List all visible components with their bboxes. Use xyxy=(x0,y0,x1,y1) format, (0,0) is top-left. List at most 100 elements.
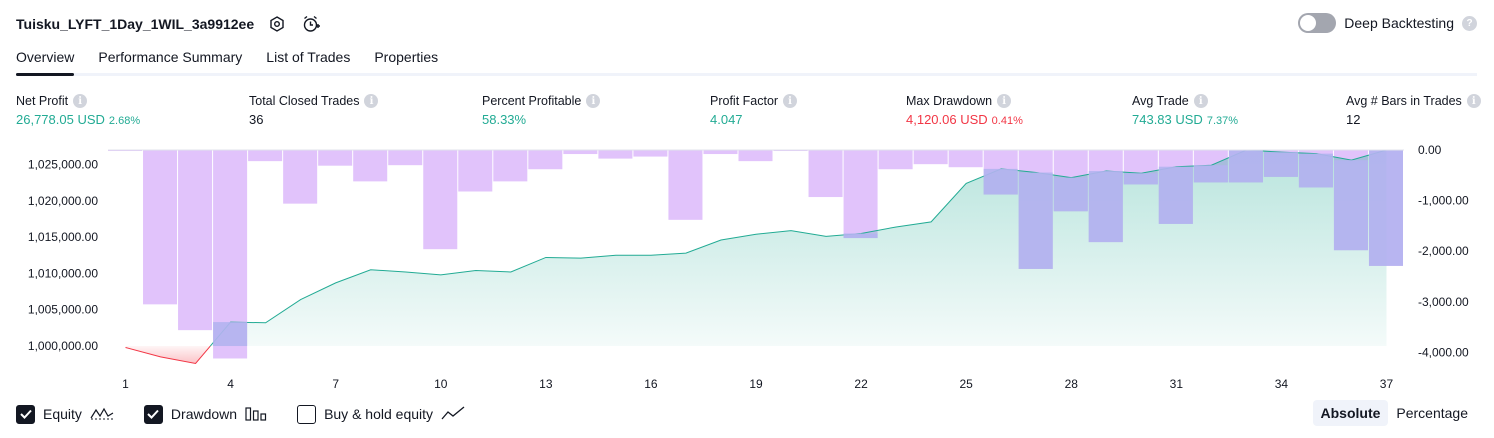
drawdown-bar-overlap xyxy=(1158,166,1193,224)
metric-label: Percent Profitable xyxy=(482,94,582,108)
x-axis-tick: 34 xyxy=(1275,377,1289,391)
drawdown-bar-overlap xyxy=(1263,152,1298,177)
x-axis-tick: 25 xyxy=(959,377,973,391)
legend-buy-hold-equity[interactable]: Buy & hold equity xyxy=(297,404,465,424)
info-icon[interactable]: i xyxy=(73,94,88,108)
tab-overview[interactable]: Overview xyxy=(16,46,75,76)
drawdown-bar-overlap xyxy=(1333,160,1368,251)
metric-value: 58.33% xyxy=(482,112,527,127)
x-axis-tick: 28 xyxy=(1065,377,1079,391)
percentage-button[interactable]: Percentage xyxy=(1388,400,1476,426)
equity-checkbox[interactable] xyxy=(16,404,35,424)
info-icon[interactable]: i xyxy=(997,94,1012,108)
x-axis-tick: 31 xyxy=(1170,377,1184,391)
drawdown-bar-overlap xyxy=(1123,173,1158,185)
drawdown-bar-overlap xyxy=(1018,172,1053,269)
metrics-row: Net Profit i 26,778.05 USD 2.68% Total Clo… xyxy=(16,94,1481,130)
x-axis-tick: 13 xyxy=(539,377,553,391)
x-axis-tick: 19 xyxy=(749,377,763,391)
drawdown-bar-overlap xyxy=(213,322,248,347)
drawdown-bar xyxy=(598,150,633,159)
left-axis-tick: 1,005,000.00 xyxy=(28,303,98,317)
metric-percent-profitable: Percent Profitable i 58.33% xyxy=(482,94,601,127)
strategy-header: Tuisku_LYFT_1Day_1WIL_3a9912ee xyxy=(16,12,322,36)
strategy-title: Tuisku_LYFT_1Day_1WIL_3a9912ee xyxy=(16,16,255,32)
drawdown-bar-overlap xyxy=(1053,177,1088,212)
left-axis-tick: 1,000,000.00 xyxy=(28,339,98,353)
info-icon[interactable]: i xyxy=(1193,94,1208,108)
drawdown-bar-overlap xyxy=(1368,150,1403,266)
tab-properties[interactable]: Properties xyxy=(374,46,438,73)
drawdown-bar xyxy=(843,150,878,239)
help-icon[interactable]: ? xyxy=(1462,15,1477,31)
x-axis-tick: 10 xyxy=(434,377,448,391)
metric-label: Avg # Bars in Trades xyxy=(1346,94,1462,108)
deep-backtesting-control: Deep Backtesting ? xyxy=(1298,13,1477,33)
metric-value: 4,120.06 USD xyxy=(906,112,988,127)
metric-label: Max Drawdown xyxy=(906,94,993,108)
buy-hold-line-icon xyxy=(441,405,465,424)
metric-total-closed-trades: Total Closed Trades i 36 xyxy=(249,94,379,127)
drawdown-bar xyxy=(633,150,668,157)
metric-avg-bars-in-trades: Avg # Bars in Trades i 12 xyxy=(1346,94,1481,127)
drawdown-bar xyxy=(528,150,563,170)
info-icon[interactable]: i xyxy=(364,94,379,108)
absolute-button[interactable]: Absolute xyxy=(1312,400,1389,426)
x-axis-tick: 4 xyxy=(227,377,234,391)
add-alert-icon[interactable] xyxy=(300,13,322,35)
metric-value: 12 xyxy=(1346,112,1361,127)
legend-label: Equity xyxy=(43,406,82,422)
x-axis-tick: 22 xyxy=(854,377,868,391)
drawdown-bar xyxy=(283,150,318,204)
drawdown-bar xyxy=(703,150,738,155)
right-axis-tick: 0.00 xyxy=(1418,143,1442,157)
legend-drawdown[interactable]: Drawdown xyxy=(143,404,267,424)
metric-sub-value: 0.41% xyxy=(991,115,1023,127)
toggle-knob xyxy=(1300,15,1317,31)
drawdown-bar-overlap xyxy=(983,168,1018,195)
drawdown-bar xyxy=(353,150,388,182)
x-axis-tick: 7 xyxy=(332,377,339,391)
settings-icon[interactable] xyxy=(266,13,288,35)
drawdown-bar xyxy=(318,150,353,166)
buy-hold-checkbox[interactable] xyxy=(297,404,317,424)
info-icon[interactable]: i xyxy=(586,94,601,108)
drawdown-bar xyxy=(388,150,423,166)
drawdown-bar xyxy=(493,150,528,182)
equity-drawdown-chart[interactable]: 1,025,000.00 1,020,000.00 1,015,000.00 1,01… xyxy=(0,140,1494,398)
drawdown-bar xyxy=(738,150,773,162)
tab-performance-summary[interactable]: Performance Summary xyxy=(98,46,242,73)
drawdown-bar xyxy=(458,150,493,192)
left-axis-tick: 1,025,000.00 xyxy=(28,158,98,172)
drawdown-bar xyxy=(178,150,213,331)
metric-sub-value: 2.68% xyxy=(108,115,141,127)
drawdown-bar xyxy=(668,150,703,220)
drawdown-bars-icon xyxy=(245,405,267,424)
right-axis-tick: -2,000.00 xyxy=(1418,244,1469,258)
drawdown-bar xyxy=(423,150,458,250)
left-axis-tick: 1,020,000.00 xyxy=(28,194,98,208)
drawdown-bar xyxy=(248,150,283,162)
drawdown-bar-overlap xyxy=(1193,165,1228,183)
right-axis-tick: -3,000.00 xyxy=(1418,295,1469,309)
tab-list-of-trades[interactable]: List of Trades xyxy=(266,46,350,73)
metric-label: Net Profit xyxy=(16,94,69,108)
metric-sub-value: 7.37% xyxy=(1206,115,1239,127)
deep-backtesting-label: Deep Backtesting xyxy=(1344,15,1454,31)
drawdown-checkbox[interactable] xyxy=(143,404,163,424)
right-axis-tick: -4,000.00 xyxy=(1418,345,1469,359)
x-axis-tick: 16 xyxy=(644,377,658,391)
drawdown-bar xyxy=(948,150,983,168)
metric-label: Total Closed Trades xyxy=(249,94,360,108)
deep-backtesting-toggle[interactable] xyxy=(1298,13,1337,33)
metric-label: Avg Trade xyxy=(1132,94,1189,108)
x-axis-tick: 37 xyxy=(1380,377,1394,391)
drawdown-bar-overlap xyxy=(1298,153,1333,188)
drawdown-bar-overlap xyxy=(1088,171,1123,243)
value-mode-switch: Absolute Percentage xyxy=(1312,400,1477,426)
equity-line-icon xyxy=(90,405,114,424)
info-icon[interactable]: i xyxy=(783,94,798,108)
legend-label: Drawdown xyxy=(170,406,238,422)
info-icon[interactable]: i xyxy=(1466,94,1481,108)
legend-equity[interactable]: Equity xyxy=(16,404,114,424)
